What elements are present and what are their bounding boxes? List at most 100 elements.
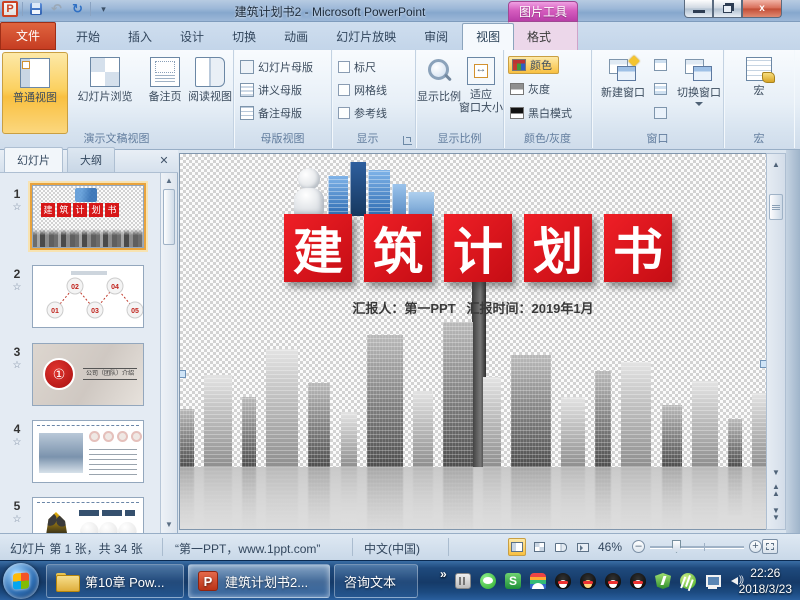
slide-thumbnail-row[interactable]: 1 ☆ 建筑计划书: [2, 185, 144, 248]
ruler-checkbox[interactable]: 标尺: [338, 58, 376, 76]
previous-slide-icon[interactable]: ▲▲: [770, 483, 782, 497]
title-char-block[interactable]: 建: [284, 214, 352, 282]
scroll-up-icon[interactable]: ▲: [163, 175, 175, 187]
slide-thumbnail-row[interactable]: 5 ☆: [2, 497, 144, 533]
slide-2-thumbnail[interactable]: 02 04 01 03 05: [32, 265, 144, 328]
zoom-percentage[interactable]: 46%: [598, 540, 622, 554]
black-white-button[interactable]: 黑白模式: [510, 104, 572, 122]
new-window-button[interactable]: 新建窗口: [594, 52, 652, 134]
macros-button[interactable]: 宏: [734, 52, 784, 134]
scroll-up-icon[interactable]: ▲: [770, 160, 782, 169]
qq-icon[interactable]: [555, 573, 571, 589]
reading-view-button[interactable]: 阅读视图: [188, 52, 232, 134]
gridlines-checkbox[interactable]: 网格线: [338, 81, 387, 99]
start-button[interactable]: [3, 563, 39, 599]
taskbar-folder-button[interactable]: 第10章 Pow...: [46, 564, 184, 598]
qq-icon[interactable]: [605, 573, 621, 589]
animation-star-icon: ☆: [2, 360, 32, 371]
slide-thumbnail-row[interactable]: 2 ☆ 02 04 01 03 05: [2, 265, 144, 328]
move-split-button[interactable]: [654, 104, 667, 122]
taskbar-text-button[interactable]: 咨询文本: [334, 564, 418, 598]
slides-pane-scrollbar[interactable]: ▲ ▼: [160, 173, 177, 533]
language-indicator[interactable]: 中文(中国): [364, 540, 420, 557]
tab-animations[interactable]: 动画: [270, 23, 322, 50]
slideshow-shortcut[interactable]: [574, 538, 592, 556]
zoom-track[interactable]: [650, 546, 744, 548]
slide-1-thumbnail[interactable]: 建筑计划书: [32, 185, 144, 248]
slide-3-thumbnail[interactable]: ① 公司（团队）介绍: [32, 343, 144, 406]
slide-sorter-shortcut[interactable]: [530, 538, 548, 556]
zoom-out-button[interactable]: –: [632, 540, 645, 553]
close-button[interactable]: x: [742, 0, 782, 18]
slide-thumbnail-row[interactable]: 4 ☆: [2, 420, 144, 483]
messenger-icon[interactable]: S: [505, 573, 521, 589]
network-icon[interactable]: [705, 573, 721, 589]
taskbar-powerpoint-button[interactable]: P 建筑计划书2...: [188, 564, 330, 598]
selection-handle-left[interactable]: [179, 370, 186, 378]
slide-subtitle[interactable]: 汇报人：第一PPT 汇报时间：2019年1月: [180, 298, 766, 317]
grayscale-button[interactable]: 灰度: [510, 80, 550, 98]
title-char-block[interactable]: 划: [524, 214, 592, 282]
title-char-block[interactable]: 书: [604, 214, 672, 282]
taskbar-clock[interactable]: 22:26 2018/3/23: [739, 565, 792, 597]
zoom-slider[interactable]: – +: [632, 538, 778, 556]
tab-review[interactable]: 审阅: [410, 23, 462, 50]
fit-to-window-button[interactable]: 适应窗口大小: [459, 52, 503, 134]
tab-insert[interactable]: 插入: [114, 23, 166, 50]
tab-view[interactable]: 视图: [462, 23, 514, 50]
security-globe-icon[interactable]: [680, 573, 696, 589]
title-char-block[interactable]: 计: [444, 214, 512, 282]
wechat-icon[interactable]: [480, 573, 496, 589]
fit-slide-button[interactable]: [762, 539, 778, 554]
slide-5-thumbnail[interactable]: [32, 497, 144, 533]
notes-page-button[interactable]: 备注页: [142, 52, 188, 134]
normal-view-button[interactable]: 普通视图: [2, 52, 68, 134]
scroll-down-icon[interactable]: ▼: [770, 468, 782, 477]
tab-slideshow[interactable]: 幻灯片放映: [322, 23, 410, 50]
qq-icon[interactable]: [630, 573, 646, 589]
slide-master-button[interactable]: 幻灯片母版: [240, 58, 313, 76]
input-method-icon[interactable]: [455, 573, 471, 589]
color-button[interactable]: 颜色: [508, 56, 559, 74]
switch-windows-button[interactable]: 切换窗口: [676, 52, 722, 134]
theme-name[interactable]: “第一PPT，www.1ppt.com”: [175, 540, 320, 557]
tray-overflow-chevron[interactable]: »: [440, 567, 447, 581]
cascade-windows-button[interactable]: [654, 56, 667, 74]
slide-thumbnail-row[interactable]: 3 ☆ ① 公司（团队）介绍: [2, 343, 144, 406]
tab-format[interactable]: 格式: [514, 23, 564, 50]
slide-canvas[interactable]: 建 筑 计 划 书 汇报人：第一PPT 汇报时间：2019年1月: [179, 153, 766, 530]
normal-view-shortcut[interactable]: [508, 538, 526, 556]
qq-icon[interactable]: [580, 573, 596, 589]
scrollbar-thumb[interactable]: [163, 189, 175, 245]
reading-view-shortcut[interactable]: [552, 538, 570, 556]
antivirus-shield-icon[interactable]: [655, 573, 671, 589]
guides-checkbox[interactable]: 参考线: [338, 104, 387, 122]
dialog-launcher-icon[interactable]: [403, 136, 412, 145]
title-char-block[interactable]: 筑: [364, 214, 432, 282]
minimize-button[interactable]: [684, 0, 713, 18]
zoom-thumb[interactable]: [672, 540, 681, 553]
arrange-all-button[interactable]: [654, 80, 667, 98]
scroll-down-icon[interactable]: ▼: [163, 519, 175, 531]
slide-sorter-button[interactable]: 幻灯片浏览: [68, 52, 142, 134]
black-white-icon: [510, 107, 524, 119]
restore-button[interactable]: [713, 0, 742, 18]
tab-home[interactable]: 开始: [62, 23, 114, 50]
scrollbar-thumb[interactable]: [769, 194, 783, 220]
zoom-in-button[interactable]: +: [749, 540, 762, 553]
editor-scrollbar[interactable]: ▲ ▼ ▲▲ ▼▼: [766, 153, 786, 530]
notes-master-button[interactable]: 备注母版: [240, 104, 302, 122]
outline-tab[interactable]: 大纲: [67, 147, 115, 172]
slides-tab[interactable]: 幻灯片: [4, 147, 63, 172]
zoom-button[interactable]: 显示比例: [417, 52, 461, 134]
slide-4-thumbnail[interactable]: [32, 420, 144, 483]
tab-file[interactable]: 文件: [0, 22, 56, 50]
group-label: 母版视图: [234, 130, 331, 146]
tab-transitions[interactable]: 切换: [218, 23, 270, 50]
close-pane-icon[interactable]: ✕: [156, 154, 172, 169]
next-slide-icon[interactable]: ▼▼: [770, 507, 782, 521]
handout-master-button[interactable]: 讲义母版: [240, 81, 302, 99]
tab-design[interactable]: 设计: [166, 23, 218, 50]
browser-icon[interactable]: [530, 573, 546, 589]
checkbox-icon: [338, 61, 350, 73]
